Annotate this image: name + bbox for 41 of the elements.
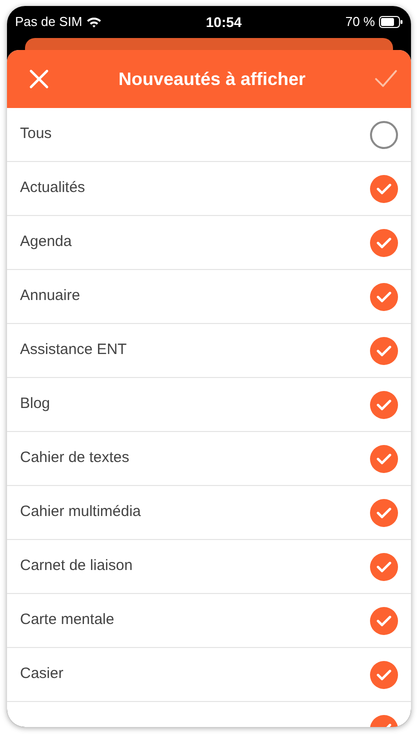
checked-circle-icon[interactable] (370, 390, 398, 418)
option-label: Annuaire (20, 286, 80, 306)
checked-circle-icon[interactable] (370, 444, 398, 472)
carrier-label: Pas de SIM (15, 13, 82, 32)
option-row[interactable]: Cahier de textes (7, 432, 411, 486)
checked-circle-icon[interactable] (370, 498, 398, 526)
battery-percent: 70 % (345, 13, 375, 32)
checked-circle-icon[interactable] (370, 606, 398, 634)
checked-circle-icon[interactable] (370, 228, 398, 256)
option-label: Tous (20, 124, 52, 144)
checked-circle-icon[interactable] (370, 660, 398, 688)
confirm-check-icon[interactable] (374, 70, 397, 88)
checked-circle-icon[interactable] (370, 336, 398, 364)
option-row[interactable]: Tous (7, 108, 411, 162)
option-row[interactable]: Carte mentale (7, 594, 411, 648)
clock-time: 10:54 (206, 12, 242, 32)
option-label: Carte mentale (20, 610, 114, 630)
option-row[interactable]: Cahier multimédia (7, 486, 411, 540)
option-label: Casier (20, 664, 64, 684)
option-row[interactable]: Agenda (7, 216, 411, 270)
empty-circle-icon[interactable] (370, 120, 398, 148)
close-icon[interactable] (29, 69, 49, 89)
option-row[interactable]: Casier (7, 648, 411, 702)
option-row[interactable]: Actualités (7, 162, 411, 216)
option-row[interactable]: Annuaire (7, 270, 411, 324)
option-label: Assistance ENT (20, 340, 127, 360)
option-label: Carnet de liaison (20, 556, 133, 576)
option-label: Cahier multimédia (20, 502, 141, 522)
option-row[interactable]: Blog (7, 378, 411, 432)
option-label: Actualités (20, 178, 86, 198)
checked-circle-icon[interactable] (370, 282, 398, 310)
option-label: Cahier de textes (20, 448, 130, 468)
checked-circle-icon[interactable] (370, 552, 398, 580)
battery-icon (379, 16, 403, 28)
option-label: Blog (20, 394, 50, 414)
option-row[interactable]: Carnet de liaison (7, 540, 411, 594)
wifi-icon (86, 16, 102, 28)
screen-title: Nouveautés à afficher (118, 68, 306, 90)
checked-circle-icon[interactable] (370, 174, 398, 202)
option-row[interactable]: Assistance ENT (7, 324, 411, 378)
option-label: Agenda (20, 232, 72, 252)
